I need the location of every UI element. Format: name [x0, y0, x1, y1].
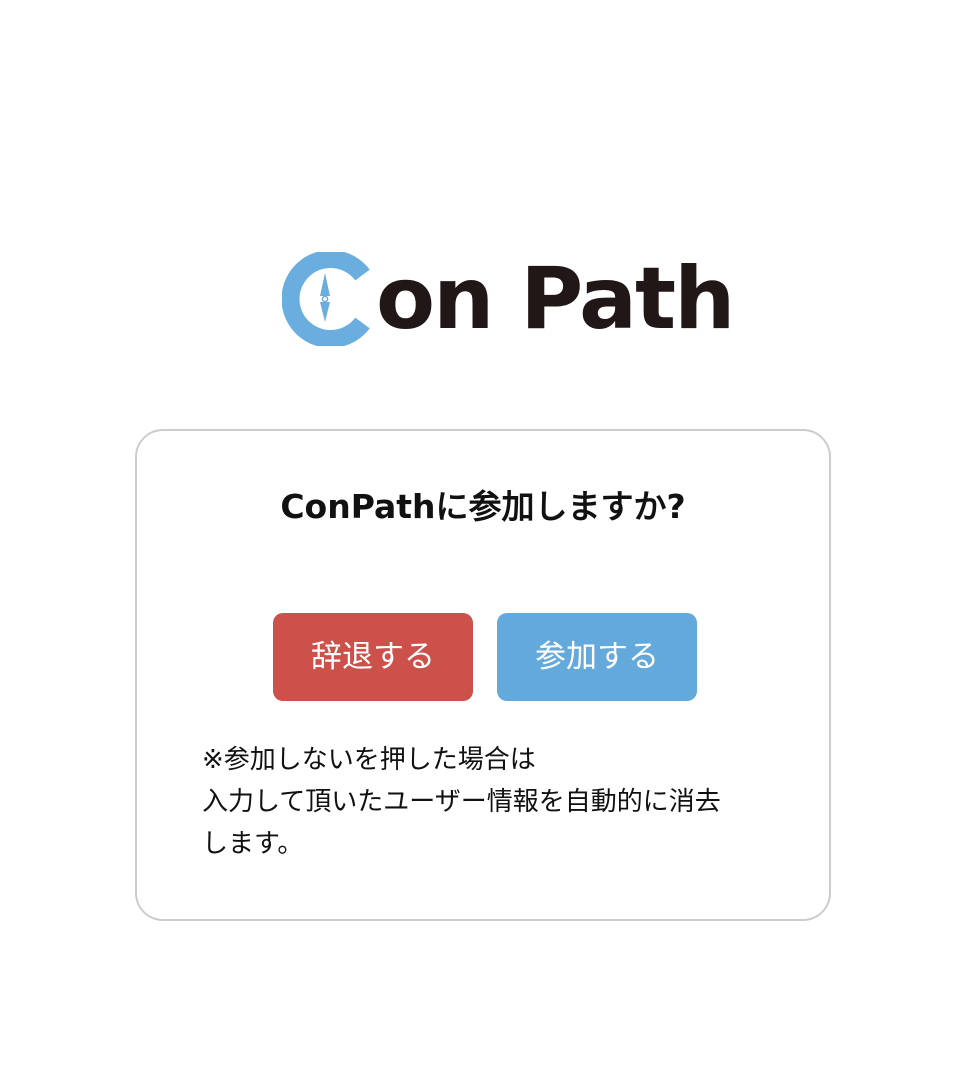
- logo-wordmark: on Path: [376, 249, 735, 349]
- join-question: ConPathに参加しますか?: [280, 487, 686, 526]
- join-confirmation-card: ConPathに参加しますか? 辞退する 参加する ※参加しないを押した場合は …: [135, 429, 831, 921]
- decline-button[interactable]: 辞退する: [273, 613, 473, 701]
- notice-line: ※参加しないを押した場合は: [202, 745, 536, 775]
- notice-line: 入力して頂いたユーザー情報を自動的に消去: [202, 787, 721, 817]
- join-button[interactable]: 参加する: [497, 613, 697, 701]
- deletion-notice: ※参加しないを押した場合は 入力して頂いたユーザー情報を自動的に消去 します。: [202, 739, 721, 865]
- compass-c-logo-icon: [282, 252, 370, 346]
- conpath-logo: on Path: [282, 252, 735, 348]
- notice-line: します。: [202, 829, 304, 859]
